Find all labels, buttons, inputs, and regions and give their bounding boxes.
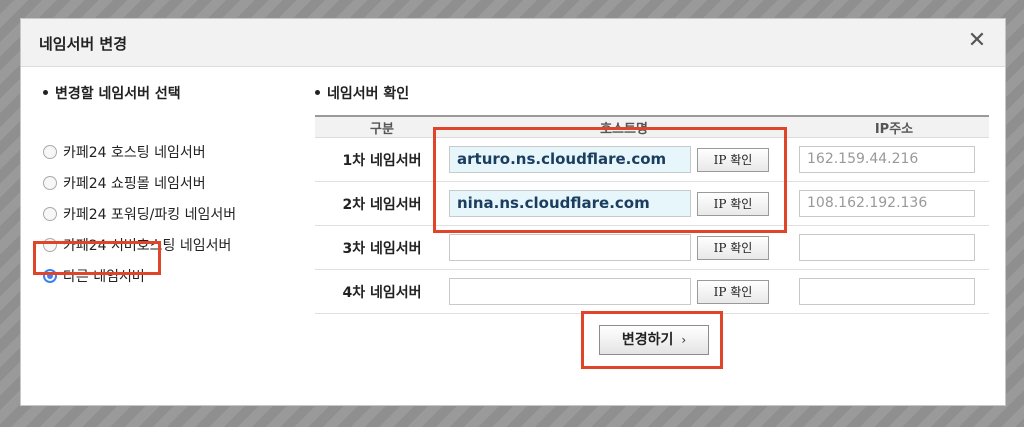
highlight-box-other-option (33, 241, 161, 275)
dialog-title: 네임서버 변경 (39, 35, 128, 53)
nameserver-select-section: 변경할 네임서버 선택 카페24 호스팅 네임서버 카페24 쇼핑몰 네임서버 … (43, 83, 313, 285)
radio-option-shoppingmall[interactable]: 카페24 쇼핑몰 네임서버 (43, 173, 206, 197)
column-header: IP주소 (799, 115, 989, 138)
ip-input-1[interactable]: 162.159.44.216 (799, 146, 975, 173)
row-label: 2차 네임서버 (315, 181, 449, 226)
column-header: 구분 (315, 115, 449, 138)
select-section-label: 변경할 네임서버 선택 (55, 86, 181, 102)
ip-input-3[interactable] (799, 234, 975, 261)
close-icon[interactable]: ✕ (963, 27, 991, 55)
highlight-box-submit (581, 311, 723, 369)
row-label: 1차 네임서버 (315, 137, 449, 182)
radio-icon[interactable] (43, 176, 57, 190)
bullet-icon (43, 89, 48, 95)
row-label: 4차 네임서버 (315, 269, 449, 314)
confirm-section-label: 네임서버 확인 (327, 86, 410, 102)
hostname-input-3[interactable] (449, 234, 691, 261)
ip-input-4[interactable] (799, 278, 975, 305)
table-row: 4차 네임서버 IP 확인 (315, 269, 989, 314)
select-section-title: 변경할 네임서버 선택 (43, 83, 313, 103)
highlight-box-hostnames (433, 127, 787, 233)
radio-label: 카페24 쇼핑몰 네임서버 (63, 176, 206, 192)
radio-option-hosting[interactable]: 카페24 호스팅 네임서버 (43, 142, 206, 166)
confirm-section-title: 네임서버 확인 (315, 83, 989, 103)
radio-option-forwarding[interactable]: 카페24 포워딩/파킹 네임서버 (43, 204, 236, 228)
radio-icon[interactable] (43, 207, 57, 221)
ip-input-2[interactable]: 108.162.192.136 (799, 190, 975, 217)
radio-icon[interactable] (43, 145, 57, 159)
bullet-icon (315, 89, 320, 95)
ip-check-button-3[interactable]: IP 확인 (697, 235, 769, 260)
nameserver-change-dialog: 네임서버 변경 ✕ 변경할 네임서버 선택 카페24 호스팅 네임서버 카페24… (20, 18, 1006, 406)
hostname-input-4[interactable] (449, 278, 691, 305)
radio-label: 카페24 호스팅 네임서버 (63, 145, 206, 161)
dialog-titlebar: 네임서버 변경 ✕ (21, 19, 1005, 67)
nameserver-confirm-section: 네임서버 확인 구분 호스트명 IP주소 1차 네임서버 arturo.ns.c… (315, 83, 989, 314)
radio-label: 카페24 포워딩/파킹 네임서버 (63, 207, 237, 223)
ip-check-button-4[interactable]: IP 확인 (697, 279, 769, 304)
row-label: 3차 네임서버 (315, 225, 449, 270)
